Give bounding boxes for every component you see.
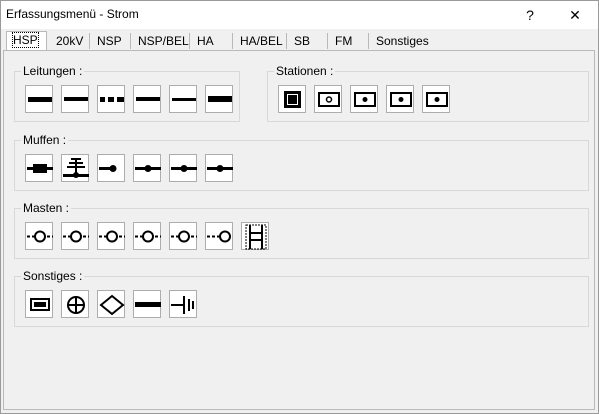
tab-panel-hsp: Leitungen : Stationen : Muffen: Masten … <box>3 50 595 410</box>
muff-junction-icon[interactable] <box>133 154 161 182</box>
line-medium-icon[interactable] <box>133 85 161 113</box>
tab-sb[interactable]: SB <box>288 33 328 49</box>
diamond-icon[interactable] <box>97 290 125 318</box>
group-label-masten: Masten : <box>21 201 72 215</box>
group-sonstiges: Sonstiges : <box>14 269 589 327</box>
mast-circle-icon[interactable] <box>61 222 89 250</box>
mast-circle-icon[interactable] <box>169 222 197 250</box>
group-label-leitungen: Leitungen : <box>21 64 85 78</box>
mast-circle-icon[interactable] <box>133 222 161 250</box>
mast-frame-icon[interactable] <box>241 222 269 250</box>
line-thick-icon[interactable] <box>25 85 53 113</box>
station-filled-square-icon[interactable] <box>278 85 306 113</box>
station-dot-icon[interactable] <box>350 85 378 113</box>
group-label-sonstiges: Sonstiges : <box>21 269 85 283</box>
muff-rectangle-icon[interactable] <box>25 154 53 182</box>
group-label-stationen: Stationen : <box>274 64 336 78</box>
tab-nsp[interactable]: NSP <box>91 33 131 49</box>
tab-bar: HSP 20kV NSP NSP/BEL HA HA/BEL SB FM Son… <box>3 31 595 51</box>
group-masten: Masten : <box>14 201 589 259</box>
circle-plus-icon[interactable] <box>61 290 89 318</box>
tab-ha[interactable]: HA <box>191 33 233 49</box>
help-button[interactable]: ? <box>508 1 552 29</box>
station-circle-icon[interactable] <box>314 85 342 113</box>
line-bold-icon[interactable] <box>205 85 233 113</box>
station-dot-icon[interactable] <box>422 85 450 113</box>
group-label-muffen: Muffen : <box>21 133 69 147</box>
muff-ground-icon[interactable] <box>61 154 89 182</box>
tab-sonstiges[interactable]: Sonstiges <box>370 33 429 49</box>
tab-20kv[interactable]: 20kV <box>50 33 90 49</box>
mast-circle-icon[interactable] <box>25 222 53 250</box>
group-stationen: Stationen : <box>267 64 589 122</box>
tab-nsp-bel[interactable]: NSP/BEL <box>132 33 190 49</box>
group-leitungen: Leitungen : <box>14 64 240 122</box>
tab-hsp[interactable]: HSP <box>6 31 47 50</box>
battery-icon[interactable] <box>25 290 53 318</box>
station-dot-icon[interactable] <box>386 85 414 113</box>
window-title: Erfassungsmenü - Strom <box>6 7 139 21</box>
line-thin-icon[interactable] <box>169 85 197 113</box>
tab-fm[interactable]: FM <box>329 33 369 49</box>
mast-circle-icon[interactable] <box>97 222 125 250</box>
earth-terminal-icon[interactable] <box>169 290 197 318</box>
line-medium-icon[interactable] <box>61 85 89 113</box>
muff-end-icon[interactable] <box>97 154 125 182</box>
group-muffen: Muffen : <box>14 133 589 191</box>
muff-junction-icon[interactable] <box>205 154 233 182</box>
line-dashed-icon[interactable] <box>97 85 125 113</box>
tab-ha-bel[interactable]: HA/BEL <box>234 33 287 49</box>
dialog-window: Erfassungsmenü - Strom ? ✕ HSP 20kV NSP … <box>0 0 599 414</box>
close-button[interactable]: ✕ <box>553 1 597 29</box>
mast-end-circle-icon[interactable] <box>205 222 233 250</box>
bar-icon[interactable] <box>133 290 161 318</box>
muff-junction-icon[interactable] <box>169 154 197 182</box>
title-bar: Erfassungsmenü - Strom ? ✕ <box>1 1 598 29</box>
